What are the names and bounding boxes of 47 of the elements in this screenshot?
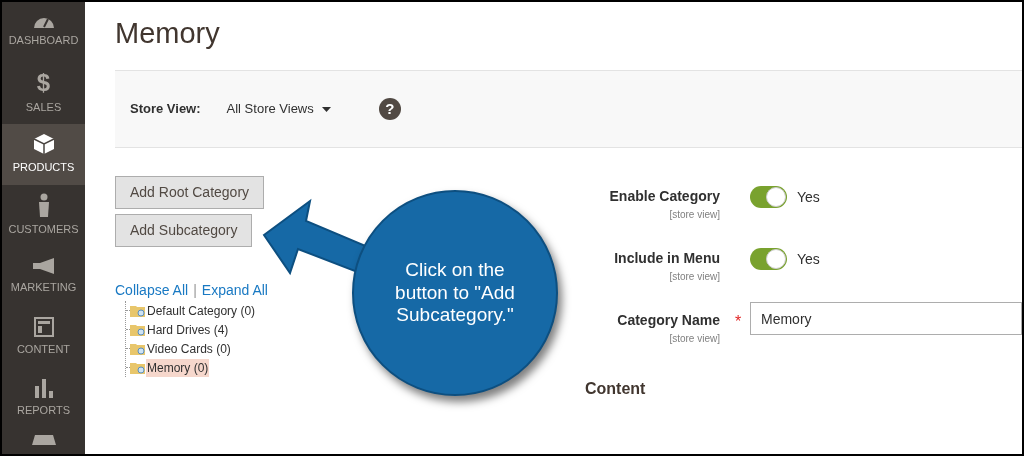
- sidebar-item[interactable]: PRODUCTS: [2, 124, 85, 185]
- field-label: Include in Menu: [614, 249, 720, 268]
- page-title: Memory: [114, 16, 221, 51]
- bar-chart-icon: [33, 378, 54, 399]
- scope-label: [store view]: [669, 270, 720, 284]
- sidebar-item[interactable]: CONTENT: [2, 307, 85, 368]
- field-label: Category Name: [617, 311, 720, 330]
- gauge-icon: [32, 16, 55, 28]
- folder-icon: [130, 361, 146, 374]
- callout-text: Click on the button to "Add Subcategory.": [394, 258, 516, 328]
- link-separator: |: [193, 281, 197, 300]
- megaphone-icon: [31, 257, 56, 276]
- person-icon: [37, 193, 50, 218]
- sidebar-item[interactable]: MARKETING: [2, 246, 85, 307]
- folder-icon: [130, 323, 146, 336]
- box-icon: [32, 133, 55, 156]
- scope-label: [store view]: [669, 208, 720, 222]
- scope-label: [store view]: [669, 332, 720, 346]
- field-label: Enable Category: [609, 187, 720, 206]
- category-button[interactable]: Add Subcategory: [115, 214, 253, 247]
- expand-link[interactable]: Expand All: [201, 280, 268, 301]
- toggle-value: Yes: [797, 187, 820, 207]
- toggle-switch[interactable]: [750, 186, 787, 208]
- section-title: Content: [585, 379, 647, 399]
- store-view-label: Store View:: [130, 100, 201, 119]
- folder-icon: [130, 342, 146, 355]
- layout-icon: [33, 317, 54, 338]
- folder-icon: [130, 304, 146, 317]
- toggle-value: Yes: [797, 249, 820, 269]
- tree-node[interactable]: Default Category (0): [146, 301, 257, 320]
- category-name-field[interactable]: Memory: [750, 302, 1022, 335]
- toggle-switch[interactable]: [750, 248, 787, 270]
- required-mark: *: [734, 313, 742, 330]
- store-view-dropdown[interactable]: All Store Views: [226, 99, 331, 119]
- category-button[interactable]: Add Root Category: [115, 176, 265, 209]
- tree-node[interactable]: Hard Drives (4): [146, 320, 230, 339]
- storefront-icon[interactable]: [31, 435, 56, 445]
- sidebar-item[interactable]: CUSTOMERS: [2, 185, 85, 246]
- caret-icon: [321, 106, 331, 112]
- dollar-icon: $: [36, 71, 51, 96]
- sidebar-item[interactable]: $ SALES: [2, 63, 85, 124]
- help-icon[interactable]: ?: [378, 98, 401, 120]
- collapse-link[interactable]: Collapse All: [115, 280, 189, 301]
- tree-node[interactable]: Video Cards (0): [146, 339, 232, 358]
- tree-node[interactable]: Memory (0): [146, 358, 210, 377]
- sidebar-item[interactable]: REPORTS: [2, 368, 85, 429]
- sidebar-item[interactable]: DASHBOARD: [2, 2, 85, 63]
